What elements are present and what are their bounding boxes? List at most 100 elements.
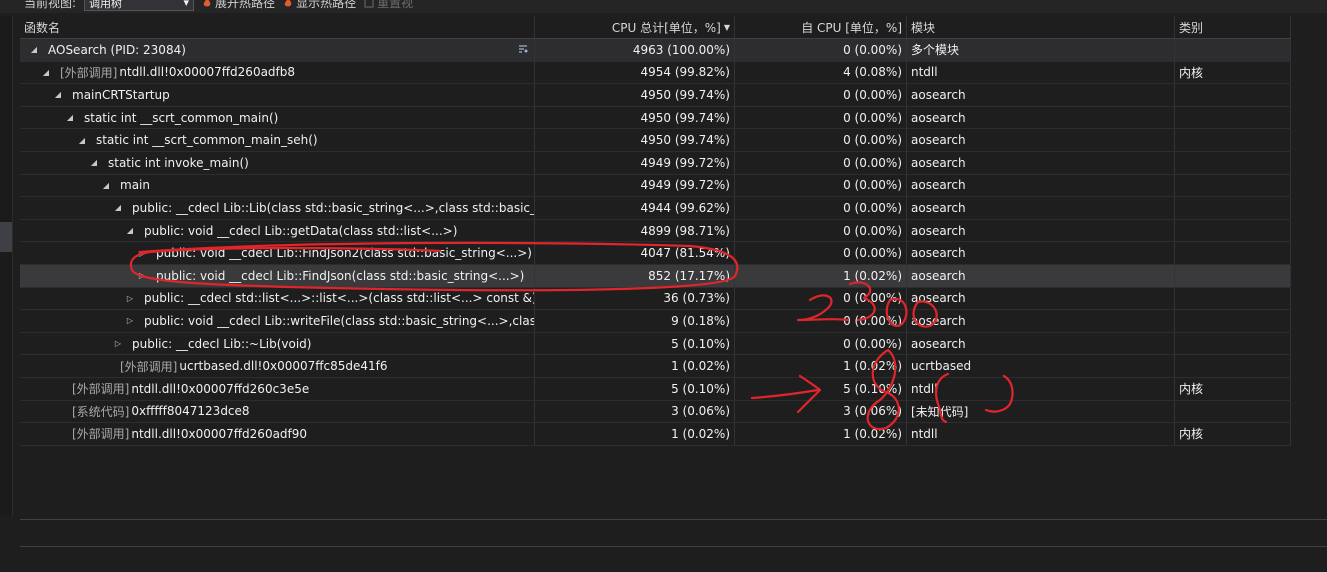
- collapsed-triangle-icon[interactable]: ▷: [136, 249, 148, 258]
- tree-row[interactable]: ◢ public: __cdecl Lib::Lib(class std::bas…: [20, 197, 1291, 220]
- expanded-triangle-icon[interactable]: ◢: [76, 136, 88, 145]
- self-cpu-cell: 0 (0.00%): [735, 106, 907, 129]
- collapsed-triangle-icon[interactable]: ▷: [112, 339, 124, 348]
- chevron-down-icon: ▾: [183, 0, 190, 9]
- category-cell: [1175, 332, 1291, 355]
- tree-row[interactable]: ▷ public: void __cdecl Lib::FindJson(clas…: [20, 264, 1291, 288]
- show-hot-path-label: 显示热路径: [296, 0, 357, 10]
- tree-row[interactable]: ◢ main 4949 (99.72%) 0 (0.00%) aosearch: [20, 174, 1291, 198]
- tree-row[interactable]: ▷ public: __cdecl std::list<...>::list<..…: [20, 287, 1291, 311]
- function-name-cell: [外部调用] ntdll.dll!0x00007ffd260c3e5e: [20, 377, 535, 400]
- self-cpu-cell: 1 (0.02%): [735, 264, 907, 287]
- collapsed-triangle-icon[interactable]: ▷: [124, 294, 136, 303]
- tree-row[interactable]: ◢ AOSearch (PID: 23084) 4963 (100.00%) 0 (0…: [20, 39, 1291, 62]
- module-cell: aosearch: [907, 219, 1175, 242]
- column-header-total-cpu[interactable]: CPU 总计[单位，%] ▼: [535, 16, 735, 38]
- left-panel-strip: [0, 16, 13, 516]
- tree-row[interactable]: [外部调用] ntdll.dll!0x00007ffd260adf90 1 (0.0…: [20, 423, 1291, 446]
- total-cpu-cell-value: 4949 (99.72%): [640, 178, 730, 193]
- tree-row[interactable]: [外部调用] ucrtbased.dll!0x00007ffc85de41f6 1 …: [20, 355, 1291, 378]
- self-cpu-cell: 0 (0.00%): [735, 287, 907, 310]
- flame-icon: [203, 0, 211, 6]
- module-cell-value: aosearch: [911, 110, 966, 125]
- module-cell-value: aosearch: [911, 178, 966, 193]
- self-cpu-cell-value: 5 (0.10%): [843, 381, 902, 396]
- expanded-triangle-icon[interactable]: ◢: [124, 226, 136, 235]
- module-cell-value: aosearch: [911, 155, 966, 170]
- hot-path-icon[interactable]: [518, 44, 528, 54]
- column-header-module[interactable]: 模块: [907, 16, 1175, 38]
- function-name-cell: ▷ public: void __cdecl Lib::FindJson(clas…: [20, 264, 535, 287]
- current-view-dropdown[interactable]: 调用树 ▾: [84, 0, 195, 11]
- total-cpu-cell-value: 5 (0.10%): [671, 381, 730, 396]
- module-cell-value: aosearch: [911, 87, 966, 102]
- total-cpu-cell-value: 1 (0.02%): [671, 426, 730, 441]
- category-cell-value: 内核: [1179, 427, 1204, 442]
- collapsed-triangle-icon[interactable]: ▷: [136, 271, 148, 280]
- expanded-triangle-icon[interactable]: ◢: [28, 45, 40, 54]
- module-cell-value: aosearch: [911, 200, 966, 215]
- module-cell-value: aosearch: [911, 246, 966, 261]
- tree-row[interactable]: ◢ [外部调用] ntdll.dll!0x00007ffd260adfb8 4954 …: [20, 61, 1291, 85]
- call-kind-prefix: [系统代码]: [72, 404, 130, 419]
- flame-icon: [284, 0, 292, 6]
- expanded-triangle-icon[interactable]: ◢: [64, 113, 76, 122]
- expanded-triangle-icon[interactable]: ◢: [52, 90, 64, 99]
- self-cpu-cell-value: 0 (0.00%): [843, 87, 902, 102]
- module-cell-value: aosearch: [911, 313, 966, 328]
- module-cell-value: aosearch: [911, 336, 966, 351]
- total-cpu-cell-value: 1 (0.02%): [671, 359, 730, 374]
- self-cpu-cell: 0 (0.00%): [735, 151, 907, 174]
- tree-row[interactable]: [系统代码] 0xfffff8047123dce8 3 (0.06%) 3 (0.06…: [20, 400, 1291, 424]
- tree-row[interactable]: ◢ static int __scrt_common_main_seh() 4950…: [20, 129, 1291, 152]
- function-name: static int __scrt_common_main(): [84, 110, 279, 125]
- expanded-triangle-icon[interactable]: ◢: [100, 181, 112, 190]
- function-name: public: __cdecl std::list<...>::list<...…: [144, 291, 535, 306]
- function-name-cell: ◢ public: void __cdecl Lib::getData(class…: [20, 219, 535, 242]
- show-hot-path-button[interactable]: 显示热路径: [283, 0, 356, 11]
- category-cell: 内核: [1175, 377, 1291, 400]
- total-cpu-cell: 36 (0.73%): [535, 287, 735, 310]
- expand-hot-path-button[interactable]: 展开热路径: [202, 0, 275, 11]
- collapsed-triangle-icon[interactable]: ▷: [124, 316, 136, 325]
- function-name: mainCRTStartup: [72, 87, 170, 102]
- tree-row[interactable]: ◢ mainCRTStartup 4950 (99.74%) 0 (0.00%) aos…: [20, 84, 1291, 107]
- tree-row[interactable]: ▷ public: void __cdecl Lib::writeFile(cla…: [20, 310, 1291, 333]
- tree-row[interactable]: ▷ public: __cdecl Lib::~Lib(void) 5 (0.10%…: [20, 332, 1291, 356]
- function-name-cell: ▷ public: __cdecl Lib::~Lib(void): [20, 332, 535, 355]
- module-cell-value: ntdll: [911, 426, 938, 441]
- expanded-triangle-icon[interactable]: ◢: [40, 68, 52, 77]
- module-cell-value: aosearch: [911, 223, 966, 238]
- module-cell-value: [未知代码]: [911, 404, 969, 419]
- function-name: AOSearch (PID: 23084): [48, 42, 186, 57]
- column-header-self-cpu[interactable]: 自 CPU [单位，%]: [735, 16, 907, 38]
- tree-row[interactable]: [外部调用] ntdll.dll!0x00007ffd260c3e5e 5 (0.1…: [20, 377, 1291, 401]
- reset-view-button[interactable]: 重置视: [364, 0, 413, 11]
- category-cell: [1175, 355, 1291, 377]
- column-header-category[interactable]: 类别: [1175, 16, 1291, 38]
- category-cell: [1175, 219, 1291, 242]
- self-cpu-cell: 0 (0.00%): [735, 242, 907, 264]
- total-cpu-cell: 1 (0.02%): [535, 423, 735, 445]
- total-cpu-cell: 3 (0.06%): [535, 400, 735, 423]
- column-header-function-name[interactable]: 函数名: [20, 16, 535, 38]
- column-header-label: 函数名: [24, 20, 61, 35]
- total-cpu-cell: 852 (17.17%): [535, 264, 735, 287]
- function-name-cell: ◢ static int invoke_main(): [20, 151, 535, 174]
- tree-row[interactable]: ◢ public: void __cdecl Lib::getData(class…: [20, 219, 1291, 243]
- expanded-triangle-icon[interactable]: ◢: [112, 203, 124, 212]
- function-name-cell: [外部调用] ucrtbased.dll!0x00007ffc85de41f6: [20, 355, 535, 377]
- expanded-triangle-icon[interactable]: ◢: [88, 158, 100, 167]
- tree-row[interactable]: ◢ static int invoke_main() 4949 (99.72%) 0 …: [20, 151, 1291, 175]
- function-name: ntdll.dll!0x00007ffd260adfb8: [119, 65, 296, 80]
- module-cell-value: aosearch: [911, 268, 966, 283]
- total-cpu-cell-value: 5 (0.10%): [671, 336, 730, 351]
- current-view-label: 当前视图:: [24, 0, 77, 10]
- total-cpu-cell-value: 852 (17.17%): [648, 268, 730, 283]
- function-name-cell: [系统代码] 0xfffff8047123dce8: [20, 400, 535, 423]
- tree-row[interactable]: ▷ public: void __cdecl Lib::FindJson2(cla…: [20, 242, 1291, 265]
- column-header-row: 函数名 CPU 总计[单位，%] ▼ 自 CPU [单位，%] 模块 类别: [20, 16, 1291, 39]
- self-cpu-cell-value: 1 (0.02%): [843, 268, 902, 283]
- tree-row[interactable]: ◢ static int __scrt_common_main() 4950 (99…: [20, 106, 1291, 130]
- module-cell: aosearch: [907, 197, 1175, 219]
